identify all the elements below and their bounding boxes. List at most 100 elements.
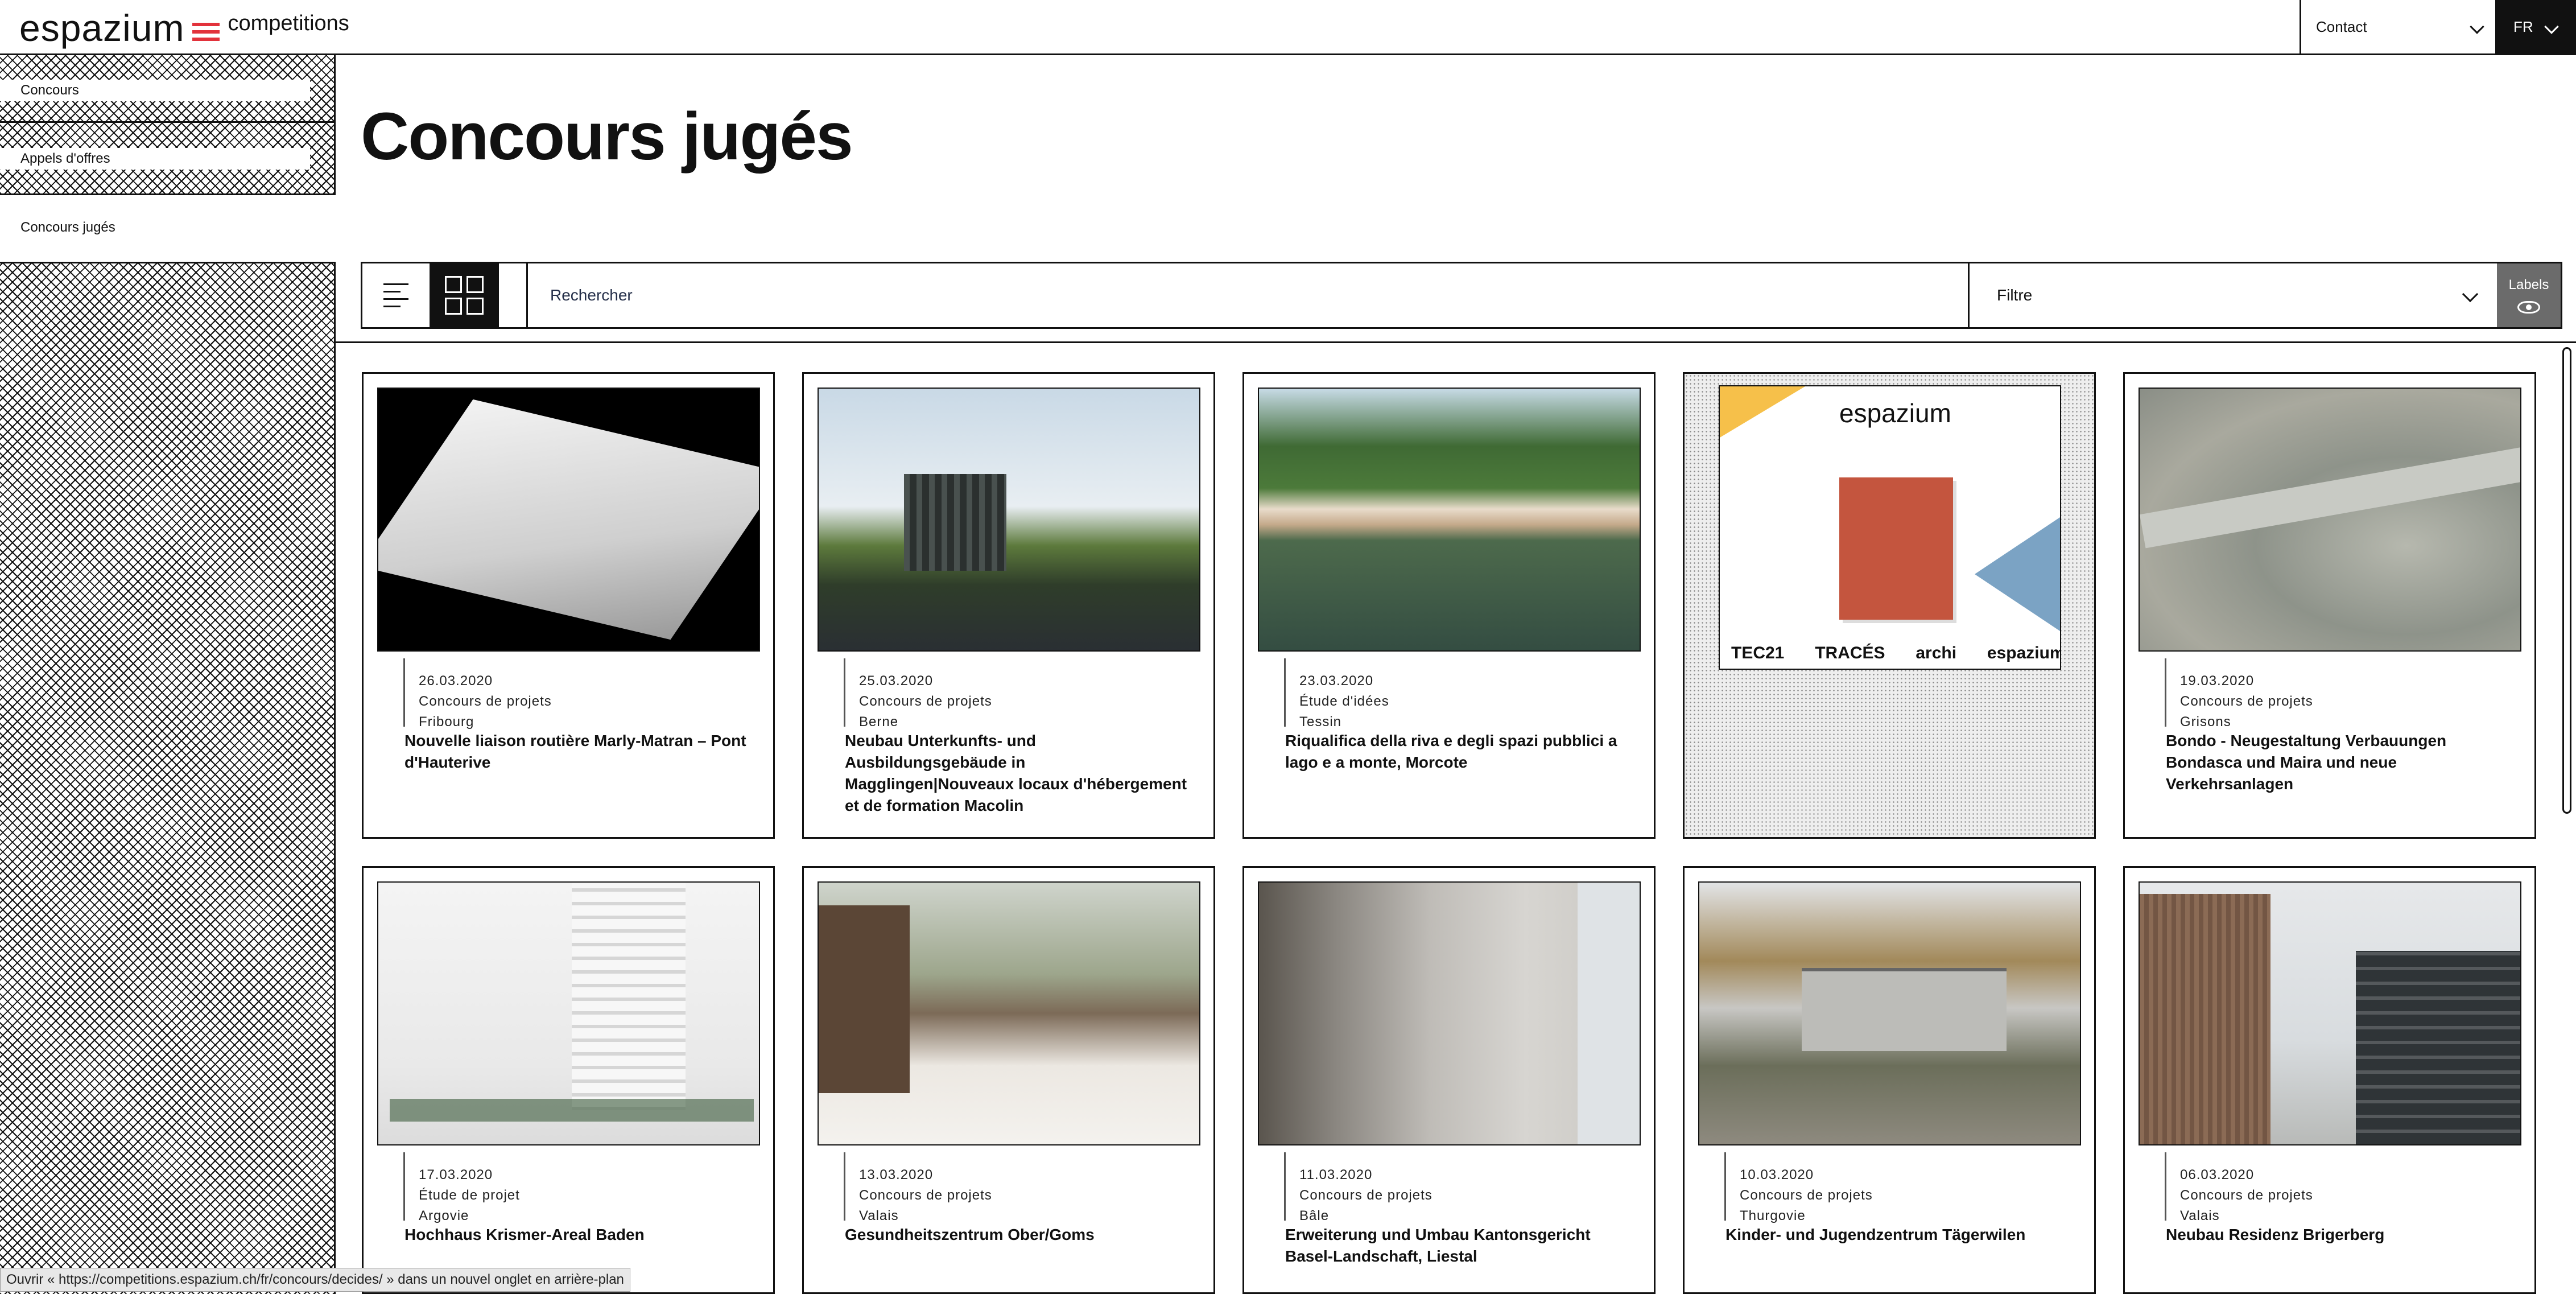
card-region: Argovie <box>419 1208 469 1223</box>
card-region: Bâle <box>1299 1208 1330 1223</box>
contact-dropdown[interactable]: Contact <box>2300 0 2495 54</box>
labels-button-label: Labels <box>2508 277 2549 292</box>
advertisement-card[interactable]: espazium TEC21 TRACÉS archi espazium.ch <box>1683 372 2096 839</box>
card-date: 23.03.2020 <box>1299 673 1374 689</box>
contact-label: Contact <box>2316 18 2367 35</box>
card-date: 11.03.2020 <box>1299 1167 1373 1182</box>
language-dropdown[interactable]: FR <box>2495 0 2576 54</box>
browser-status-bar: Ouvrir « https://competitions.espazium.c… <box>0 1268 630 1292</box>
competition-card[interactable]: 11.03.2020 Concours de projets Bâle Erwe… <box>1242 866 1656 1294</box>
site-logo[interactable]: espazium competitions <box>19 7 349 49</box>
card-title: Nouvelle liaison routière Marly-Matran –… <box>404 732 746 771</box>
sidebar-nav: Concours Appels d'offres <box>0 55 336 195</box>
list-view-icon <box>383 283 408 285</box>
card-type: Concours de projets <box>419 694 552 709</box>
competition-card[interactable]: 19.03.2020 Concours de projets Grisons B… <box>2123 372 2536 839</box>
advertisement-image: espazium TEC21 TRACÉS archi espazium.ch <box>1719 385 2061 670</box>
card-type: Concours de projets <box>2180 694 2313 709</box>
ad-brand: TRACÉS <box>1815 644 1885 662</box>
competition-card[interactable]: 26.03.2020 Concours de projets Fribourg … <box>362 372 775 839</box>
card-title: Kinder- und Jugendzentrum Tägerwilen <box>1725 1226 2026 1243</box>
status-text: Ouvrir « https://competitions.espazium.c… <box>6 1272 624 1287</box>
competition-card[interactable]: 23.03.2020 Étude d'idées Tessin Riqualif… <box>1242 372 1656 839</box>
card-region: Tessin <box>1299 714 1342 730</box>
toolbar: Filtre Labels <box>361 262 2562 329</box>
logo-subtitle: competitions <box>228 11 349 35</box>
card-type: Concours de projets <box>859 1188 992 1203</box>
chevron-down-icon <box>2544 19 2559 34</box>
card-meta: 19.03.2020 Concours de projets Grisons <box>2165 658 2313 730</box>
scrollbar-thumb[interactable] <box>2562 347 2571 814</box>
card-type: Concours de projets <box>1740 1188 1873 1203</box>
card-meta: 10.03.2020 Concours de projets Thurgovie <box>1724 1152 1873 1223</box>
card-date: 25.03.2020 <box>859 673 934 689</box>
blue-triangle-shape <box>1975 517 2060 631</box>
card-date: 26.03.2020 <box>419 673 493 689</box>
sidebar-item-label: Concours jugés <box>20 220 115 235</box>
toolbar-divider <box>526 263 528 327</box>
chevron-down-icon <box>2462 286 2479 303</box>
card-image <box>2139 881 2521 1145</box>
card-meta: 23.03.2020 Étude d'idées Tessin <box>1284 658 1389 730</box>
search-input[interactable] <box>550 263 1688 327</box>
page-title: Concours jugés <box>361 99 853 174</box>
sidebar-item-concours[interactable]: Concours <box>0 80 310 101</box>
card-image <box>1258 388 1641 652</box>
competition-card[interactable]: 10.03.2020 Concours de projets Thurgovie… <box>1683 866 2096 1294</box>
language-label: FR <box>2513 18 2533 35</box>
sidebar-item-label: Concours <box>20 83 79 98</box>
ad-brand: TEC21 <box>1731 644 1785 662</box>
sidebar-item-concours-juges[interactable]: Concours jugés <box>20 220 115 236</box>
card-date: 17.03.2020 <box>419 1167 493 1182</box>
filter-label: Filtre <box>1997 286 2033 304</box>
ad-wordmark: espazium <box>1839 398 1951 428</box>
competition-card[interactable]: 17.03.2020 Étude de projet Argovie Hochh… <box>362 866 775 1294</box>
competition-card[interactable]: 13.03.2020 Concours de projets Valais Ge… <box>802 866 1215 1294</box>
card-title: Bondo - Neugestaltung Verbauungen Bondas… <box>2166 732 2447 793</box>
card-title: Riqualifica della riva e degli spazi pub… <box>1285 732 1617 771</box>
chevron-down-icon <box>2470 19 2484 34</box>
card-meta: 17.03.2020 Étude de projet Argovie <box>403 1152 520 1223</box>
card-image <box>818 388 1200 652</box>
card-region: Thurgovie <box>1740 1208 1806 1223</box>
card-title: Neubau Residenz Brigerberg <box>2166 1226 2385 1243</box>
eye-icon <box>2517 301 2540 314</box>
sidebar-divider <box>0 121 334 123</box>
ad-brand: archi <box>1916 644 1957 662</box>
list-view-button[interactable] <box>362 263 430 327</box>
competition-card[interactable]: 25.03.2020 Concours de projets Berne Neu… <box>802 372 1215 839</box>
site-header: espazium competitions Contact FR <box>0 0 2576 55</box>
card-date: 06.03.2020 <box>2180 1167 2255 1182</box>
card-image <box>818 881 1200 1145</box>
card-type: Concours de projets <box>859 694 992 709</box>
sidebar-pattern <box>0 262 336 1294</box>
grid-view-button[interactable] <box>430 263 499 327</box>
card-meta: 13.03.2020 Concours de projets Valais <box>844 1152 992 1223</box>
logo-wordmark: espazium <box>19 7 185 49</box>
card-type: Concours de projets <box>1299 1188 1433 1203</box>
filter-dropdown[interactable]: Filtre <box>1968 263 2497 327</box>
competition-card[interactable]: 06.03.2020 Concours de projets Valais Ne… <box>2123 866 2536 1294</box>
card-region: Berne <box>859 714 899 730</box>
ad-brand: espazium.ch <box>1987 644 2060 662</box>
card-title: Hochhaus Krismer-Areal Baden <box>404 1226 645 1243</box>
card-meta: 11.03.2020 Concours de projets Bâle <box>1284 1152 1433 1223</box>
ad-brand-list: TEC21 TRACÉS archi espazium.ch <box>1731 644 2060 663</box>
sidebar-item-label: Appels d'offres <box>20 151 110 166</box>
sidebar-item-appels-doffres[interactable]: Appels d'offres <box>0 148 310 170</box>
card-image <box>2139 388 2521 652</box>
book-cover-image <box>1839 477 1953 620</box>
card-title: Erweiterung und Umbau Kantonsgericht Bas… <box>1285 1226 1591 1265</box>
grid-view-icon <box>445 276 462 293</box>
card-meta: 26.03.2020 Concours de projets Fribourg <box>403 658 552 730</box>
card-meta: 25.03.2020 Concours de projets Berne <box>844 658 992 730</box>
logo-bars-icon <box>192 23 220 41</box>
card-region: Valais <box>2180 1208 2220 1223</box>
card-region: Grisons <box>2180 714 2231 730</box>
content-divider <box>336 341 2576 343</box>
card-title: Gesundheitszentrum Ober/Goms <box>845 1226 1095 1243</box>
labels-toggle-button[interactable]: Labels <box>2497 263 2561 327</box>
card-image <box>377 388 760 652</box>
card-date: 10.03.2020 <box>1740 1167 1814 1182</box>
card-type: Étude de projet <box>419 1188 520 1203</box>
